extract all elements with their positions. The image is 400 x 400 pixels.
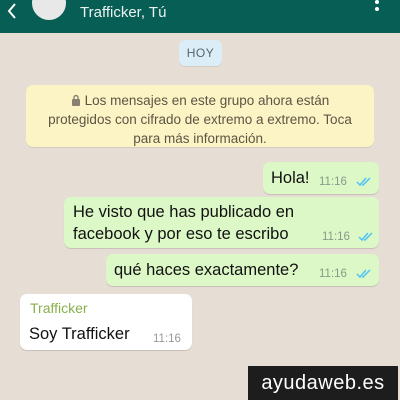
lock-icon: [71, 94, 80, 106]
message-text: Hola!: [271, 169, 310, 187]
message-text: qué haces exactamente?: [114, 261, 299, 279]
message-text: He visto que has publicado en facebook y…: [73, 203, 295, 243]
arrow-left-icon[interactable]: [4, 2, 22, 20]
message-time: 11:16: [319, 268, 347, 280]
double-check-icon: [356, 269, 371, 279]
message-time: 11:16: [322, 231, 350, 243]
double-check-icon: [356, 177, 371, 187]
chat-header: Trafficker, Tú: [0, 0, 400, 33]
encryption-notice[interactable]: Los mensajes en este grupo ahora están p…: [26, 85, 374, 147]
message-time: 11:16: [319, 176, 347, 188]
message-bubble-outgoing[interactable]: qué haces exactamente? 11:16: [106, 254, 379, 286]
message-bubble-incoming[interactable]: Trafficker Soy Trafficker 11:16: [20, 294, 192, 350]
message-text: Soy Trafficker: [29, 325, 130, 343]
group-participants[interactable]: Trafficker, Tú: [80, 4, 166, 21]
notice-line-3: para más información.: [133, 131, 267, 146]
date-separator: HOY: [179, 40, 222, 66]
group-avatar[interactable]: [32, 0, 66, 20]
more-vert-icon[interactable]: [368, 0, 386, 14]
notice-text-1: Los mensajes en este grupo ahora están: [84, 93, 330, 108]
notice-line-2: protegidos con cifrado de extremo a extr…: [48, 112, 352, 127]
message-bubble-outgoing[interactable]: He visto que has publicado en facebook y…: [64, 197, 379, 248]
message-bubble-outgoing[interactable]: Hola! 11:16: [263, 162, 379, 194]
double-check-icon: [358, 232, 373, 242]
site-watermark: ayudaweb.es: [248, 366, 398, 400]
notice-line-1: Los mensajes en este grupo ahora están: [26, 91, 374, 110]
message-time: 11:16: [153, 333, 181, 345]
sender-name[interactable]: Trafficker: [30, 300, 88, 316]
